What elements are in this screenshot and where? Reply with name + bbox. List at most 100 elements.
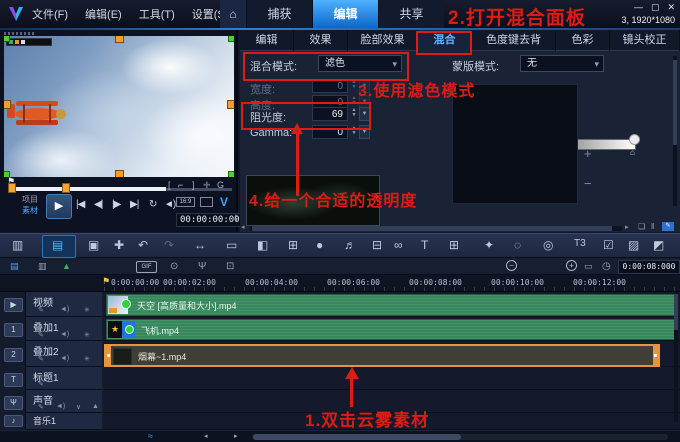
panel-scroll-right-icon[interactable]: ▸ <box>625 223 629 231</box>
panel-hscroll-thumb[interactable] <box>252 226 612 231</box>
project-mode-label[interactable]: 项目 <box>22 194 38 205</box>
timeline-view-icon[interactable]: ▤ <box>52 238 63 252</box>
mute-track-icon[interactable]: ◄) <box>60 355 69 362</box>
play-button[interactable]: ▶ <box>46 194 72 219</box>
mute-track-icon[interactable]: ◄) <box>60 331 69 338</box>
zoom-in-icon[interactable]: + <box>566 260 577 271</box>
music-track-icon[interactable]: ♪ <box>4 415 23 427</box>
mask-creator-icon[interactable]: ◎ <box>543 238 553 252</box>
split-icon[interactable]: ◧ <box>257 238 268 252</box>
repeat-icon[interactable]: ↻ <box>149 199 157 210</box>
auto-music-icon[interactable]: ⊟ <box>372 238 382 252</box>
track-list-icon[interactable]: ▤ <box>10 261 19 272</box>
aspect-ratio-button[interactable]: 16:9 <box>176 197 195 207</box>
track-fx-icon[interactable]: ✳ <box>84 355 90 363</box>
3d-media-icon[interactable]: ∞ <box>394 238 403 252</box>
scroll-right-icon[interactable]: ▸ <box>234 432 238 440</box>
gif-creator-button[interactable]: GIF <box>136 261 157 273</box>
tab-edit[interactable]: 编辑 <box>312 0 378 28</box>
next-frame-icon[interactable]: |▶ <box>112 199 121 210</box>
title-track-icon[interactable]: T <box>4 373 23 387</box>
panel-tab-face-effects[interactable]: 脸部效果 <box>348 30 418 51</box>
subtitle-icon[interactable]: T <box>421 238 428 252</box>
wave-zoom-icon[interactable]: ≈ <box>148 431 153 441</box>
gradient-right-stop[interactable]: ⌂ <box>630 148 635 157</box>
clip-plane[interactable]: ★ 飞机.mp4 <box>106 319 676 340</box>
clip-mode-label[interactable]: 素材 <box>22 205 38 216</box>
home-icon[interactable]: ⌂ <box>220 0 246 28</box>
resize-handle-left[interactable] <box>4 100 11 109</box>
snapshot-icon[interactable]: G <box>217 180 224 190</box>
edit-blend-icon[interactable]: ✎ <box>662 222 674 231</box>
tab-share[interactable]: 共享 <box>378 0 444 28</box>
ripple-edit-icon[interactable]: ✎ <box>38 403 44 411</box>
volume-icon[interactable]: ◄) <box>164 199 176 210</box>
level-icon[interactable]: ▲ <box>92 403 99 410</box>
resize-handle-top-left[interactable] <box>4 36 10 42</box>
resize-handle-bottom[interactable] <box>115 170 124 177</box>
screen-size-icon[interactable]: ▭ <box>226 238 237 252</box>
close-button[interactable]: ✕ <box>667 2 675 13</box>
panel-tab-lens-correction[interactable]: 镜头校正 <box>610 30 680 51</box>
panel-tab-edit[interactable]: 编辑 <box>240 30 294 51</box>
tools-icon[interactable]: ✚ <box>114 238 124 252</box>
color-wheel-icon[interactable]: ● <box>316 238 323 252</box>
mute-track-icon[interactable]: ◄) <box>56 403 65 410</box>
mask-mode-dropdown[interactable]: 无 <box>520 55 604 72</box>
mask-zoom-in-button[interactable]: + <box>584 146 592 161</box>
mute-track-icon[interactable]: ◄) <box>60 306 69 313</box>
scroll-left-icon[interactable]: ◂ <box>204 432 208 440</box>
menu-tools[interactable]: 工具(T) <box>139 6 175 22</box>
split-clip-icon[interactable]: ⌐ <box>178 180 183 190</box>
import-media-icon[interactable]: ⊡ <box>226 261 234 272</box>
width-field[interactable]: 0 <box>312 79 348 93</box>
minimize-button[interactable]: — <box>634 2 643 13</box>
track-manager-icon[interactable]: ▥ <box>38 261 47 272</box>
trim-end-handle[interactable] <box>62 183 70 193</box>
wave-icon[interactable]: ∨ <box>76 403 81 411</box>
multicam-icon[interactable]: ⊞ <box>449 238 459 252</box>
layers-icon[interactable]: ❏ <box>638 222 645 231</box>
voice-record-icon[interactable]: Ψ <box>198 261 206 272</box>
lasso-icon[interactable]: ◌ <box>514 238 521 252</box>
resize-handle-bottom-right[interactable] <box>228 171 234 177</box>
drag-handle[interactable] <box>4 32 34 35</box>
mark-in-icon[interactable]: [ <box>168 180 171 190</box>
panel-tab-color[interactable]: 色彩 <box>556 30 610 51</box>
ripple-edit-icon[interactable]: ✎ <box>38 306 44 314</box>
preview-video[interactable] <box>4 36 234 177</box>
overlay2-track-icon[interactable]: 2 <box>4 348 23 362</box>
panel-tab-effects[interactable]: 效果 <box>294 30 348 51</box>
gradient-right-knob[interactable] <box>629 134 640 145</box>
track-fx-icon[interactable]: ✳ <box>84 331 90 339</box>
resize-handle-top-right[interactable] <box>228 36 234 42</box>
enlarge-icon[interactable]: ✚ <box>203 180 211 191</box>
resize-handle-right[interactable] <box>227 100 234 109</box>
width-spinner[interactable] <box>350 80 358 90</box>
voice-track-icon[interactable]: Ψ <box>4 396 23 410</box>
mask-zoom-out-button[interactable]: − <box>584 176 592 191</box>
storyboard-view-icon[interactable]: ▥ <box>12 238 23 252</box>
go-start-icon[interactable]: |◀ <box>76 199 85 210</box>
clip-sky[interactable]: 天空 [高质量和大小].mp4 <box>106 294 676 316</box>
track-fx-icon[interactable]: ✳ <box>84 306 90 314</box>
resize-handle-top[interactable] <box>115 36 124 43</box>
ripple-edit-icon[interactable]: ✎ <box>38 331 44 339</box>
fit-timeline-icon[interactable]: ▭ <box>584 261 593 272</box>
overlay1-track-icon[interactable]: 1 <box>4 323 23 337</box>
mark-out-icon[interactable]: ] <box>192 180 195 190</box>
menu-edit[interactable]: 编辑(E) <box>85 6 122 22</box>
resize-mode-button[interactable] <box>200 197 213 207</box>
adjust-icon[interactable]: ◩ <box>653 238 664 252</box>
undo-icon[interactable]: ↶ <box>138 238 148 252</box>
3d-title-icon[interactable]: T3 <box>574 238 586 249</box>
lane-title1[interactable] <box>103 367 680 390</box>
duration-clock-icon[interactable]: ◷ <box>602 261 611 272</box>
redo-icon[interactable]: ↷ <box>164 238 174 252</box>
ripple-edit-icon[interactable]: ✎ <box>38 380 44 388</box>
layer-edit-icon[interactable]: ▨ <box>628 238 639 252</box>
panel-scroll-left-icon[interactable]: ◂ <box>241 223 245 231</box>
clip-smoke-selected[interactable]: 烟幕~1.mp4 <box>104 344 660 367</box>
panel-tab-chroma-key[interactable]: 色度键去背 <box>472 30 556 51</box>
sound-mixer-icon[interactable]: ♬ <box>344 238 356 252</box>
